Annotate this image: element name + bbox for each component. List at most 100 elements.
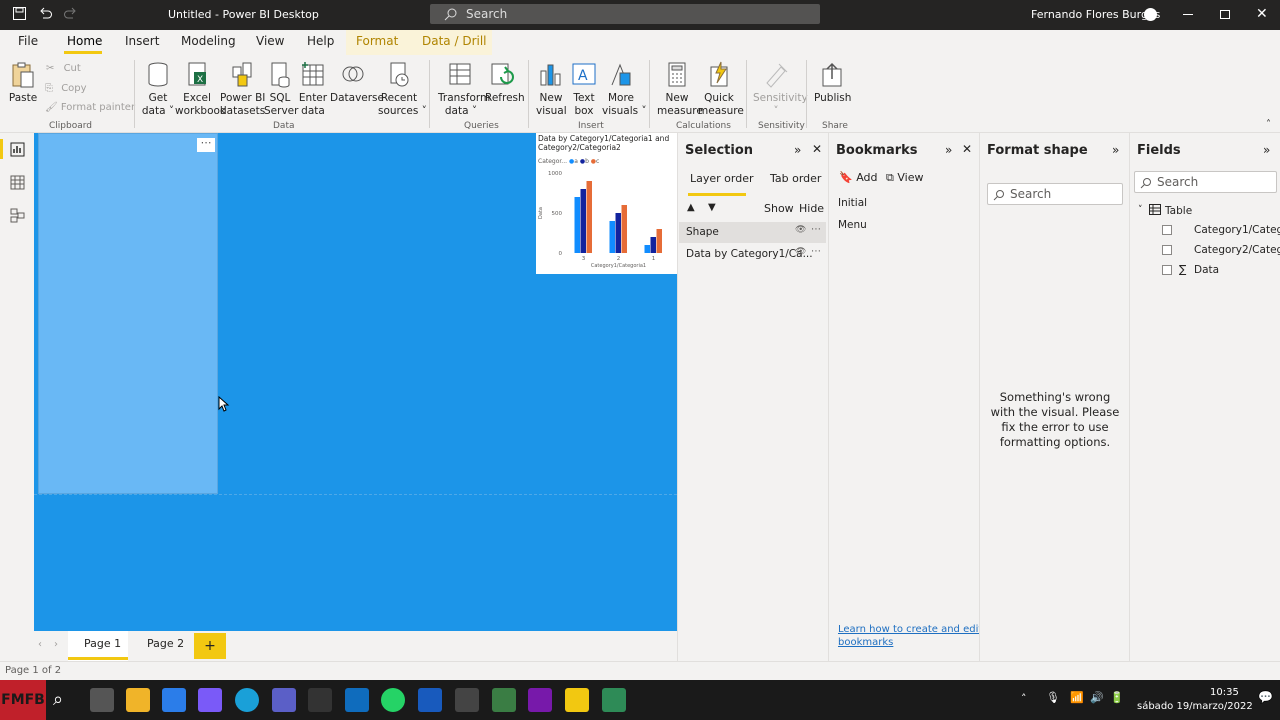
get-data-button[interactable]: Get data ˅ xyxy=(141,61,175,118)
field-checkbox[interactable] xyxy=(1162,265,1172,275)
page-tab-1[interactable]: Page 1 xyxy=(84,637,121,650)
selected-shape[interactable]: ⋯ xyxy=(38,133,218,494)
bookmark-item[interactable]: Menu xyxy=(838,219,867,231)
menu-format[interactable]: Format xyxy=(356,34,398,48)
more-visuals-button[interactable]: More visuals ˅ xyxy=(602,61,647,118)
close-pane-icon[interactable]: ✕ xyxy=(962,142,972,156)
start-logo-icon[interactable]: FMFB xyxy=(0,680,46,720)
excel-workbook-button[interactable]: X Excel workbook xyxy=(175,61,226,118)
fields-search-input[interactable]: Search xyxy=(1134,171,1277,193)
layer-item-selected[interactable]: Shape 👁 ⋯ xyxy=(679,222,826,243)
format-painter-button[interactable]: 🖌 Format painter xyxy=(45,102,135,113)
field-item[interactable]: Category1/Categ... xyxy=(1194,224,1280,236)
search-icon[interactable]: ⌕ xyxy=(53,689,63,710)
report-view-icon[interactable] xyxy=(10,142,25,160)
file-explorer-icon[interactable] xyxy=(126,688,150,712)
app-icon[interactable] xyxy=(602,688,626,712)
data-view-icon[interactable] xyxy=(10,175,25,193)
view-bookmarks-button[interactable]: ⧉ View xyxy=(886,171,923,185)
clock-date[interactable]: sábado 19/marzo/2022 xyxy=(1137,701,1253,712)
layer-order-tab[interactable]: Layer order xyxy=(690,172,754,185)
enter-data-button[interactable]: Enter data xyxy=(298,61,328,118)
whatsapp-icon[interactable] xyxy=(381,688,405,712)
clustered-bar-chart-visual[interactable]: Data by Category1/Categoria1 and Categor… xyxy=(536,133,677,274)
collapse-pane-icon[interactable]: » xyxy=(794,143,801,157)
field-item[interactable]: Data xyxy=(1194,264,1219,276)
tab-order-tab[interactable]: Tab order xyxy=(770,172,821,185)
redo-icon[interactable] xyxy=(63,6,78,24)
word-icon[interactable] xyxy=(418,688,442,712)
pbi-datasets-button[interactable]: Power BI datasets xyxy=(220,61,265,118)
close-pane-icon[interactable]: ✕ xyxy=(812,142,822,156)
field-checkbox[interactable] xyxy=(1162,225,1172,235)
transform-data-button[interactable]: Transform data ˅ xyxy=(438,61,490,118)
scroll-left-icon[interactable]: ‹ xyxy=(38,639,42,650)
clock-time[interactable]: 10:35 xyxy=(1210,687,1239,698)
volume-icon[interactable]: 🔊 xyxy=(1090,691,1104,704)
page-tab-2[interactable]: Page 2 xyxy=(147,637,184,650)
bookmark-item[interactable]: Initial xyxy=(838,197,867,209)
user-name[interactable]: Fernando Flores Burgos xyxy=(1031,8,1160,21)
undo-icon[interactable] xyxy=(38,6,53,24)
menu-help[interactable]: Help xyxy=(307,34,334,48)
new-measure-button[interactable]: New measure xyxy=(657,61,703,118)
sensitivity-button[interactable]: Sensitivity ˅ xyxy=(753,61,808,118)
menu-view[interactable]: View xyxy=(256,34,284,48)
wifi-icon[interactable]: 📶 xyxy=(1070,691,1084,704)
menu-file[interactable]: File xyxy=(18,34,38,48)
visibility-eye-icon[interactable]: 👁 xyxy=(795,225,806,235)
store-icon[interactable] xyxy=(162,688,186,712)
minimize-button[interactable] xyxy=(1183,14,1193,15)
outlook-icon[interactable] xyxy=(345,688,369,712)
learn-bookmarks-link-2[interactable]: bookmarks xyxy=(838,637,893,648)
notifications-icon[interactable]: 💬 xyxy=(1258,690,1273,704)
recent-sources-button[interactable]: Recent sources ˅ xyxy=(378,61,427,118)
onenote-icon[interactable] xyxy=(528,688,552,712)
copy-button[interactable]: ⎘ Copy xyxy=(45,83,87,94)
microphone-icon[interactable]: 🎙 xyxy=(1046,691,1060,704)
show-all-button[interactable]: Show xyxy=(764,202,794,215)
close-button[interactable]: ✕ xyxy=(1256,6,1268,22)
menu-data-drill[interactable]: Data / Drill xyxy=(422,34,487,48)
app-icon[interactable] xyxy=(308,688,332,712)
edge-icon[interactable] xyxy=(235,688,259,712)
scroll-right-icon[interactable]: › xyxy=(54,639,58,650)
text-box-button[interactable]: A Text box xyxy=(569,61,599,118)
app-icon[interactable] xyxy=(492,688,516,712)
restore-button[interactable] xyxy=(1220,10,1230,19)
pen-app-icon[interactable] xyxy=(198,688,222,712)
collapse-ribbon-icon[interactable]: ˄ xyxy=(1266,119,1271,130)
field-checkbox[interactable] xyxy=(1162,245,1172,255)
dataverse-button[interactable]: Dataverse xyxy=(330,61,384,105)
collapse-pane-icon[interactable]: » xyxy=(945,143,952,157)
add-page-button[interactable]: + xyxy=(194,633,226,659)
teams-icon[interactable] xyxy=(272,688,296,712)
layer-more-icon[interactable]: ⋯ xyxy=(811,246,821,257)
visibility-eye-icon[interactable]: 👁 xyxy=(795,247,806,257)
menu-insert[interactable]: Insert xyxy=(125,34,159,48)
layer-item[interactable]: Data by Category1/Ca... 👁 ⋯ xyxy=(679,244,826,265)
quick-measure-button[interactable]: Quick measure xyxy=(698,61,744,118)
move-up-icon[interactable]: ▲ xyxy=(687,202,695,213)
table-name[interactable]: Table xyxy=(1165,205,1192,217)
avatar[interactable] xyxy=(1144,8,1157,21)
layer-more-icon[interactable]: ⋯ xyxy=(811,224,821,235)
more-options-icon[interactable]: ⋯ xyxy=(197,137,215,152)
tray-chevron-icon[interactable]: ˄ xyxy=(1021,692,1027,705)
hide-all-button[interactable]: Hide xyxy=(799,202,824,215)
collapse-pane-icon[interactable]: » xyxy=(1112,143,1119,157)
menu-modeling[interactable]: Modeling xyxy=(181,34,236,48)
power-bi-icon[interactable] xyxy=(565,688,589,712)
expand-table-icon[interactable]: ˅ xyxy=(1138,205,1143,215)
refresh-button[interactable]: Refresh xyxy=(485,61,525,105)
add-bookmark-button[interactable]: 🔖 Add xyxy=(839,171,878,184)
field-item[interactable]: Category2/Categ... xyxy=(1194,244,1280,256)
new-visual-button[interactable]: New visual xyxy=(536,61,567,118)
menu-home[interactable]: Home xyxy=(67,34,102,48)
ide-icon[interactable] xyxy=(455,688,479,712)
learn-bookmarks-link-1[interactable]: Learn how to create and edit xyxy=(838,624,982,635)
publish-button[interactable]: Publish xyxy=(814,61,851,105)
collapse-pane-icon[interactable]: » xyxy=(1263,143,1270,157)
format-search-input[interactable]: Search xyxy=(987,183,1123,205)
paste-button[interactable]: Paste xyxy=(8,61,38,105)
